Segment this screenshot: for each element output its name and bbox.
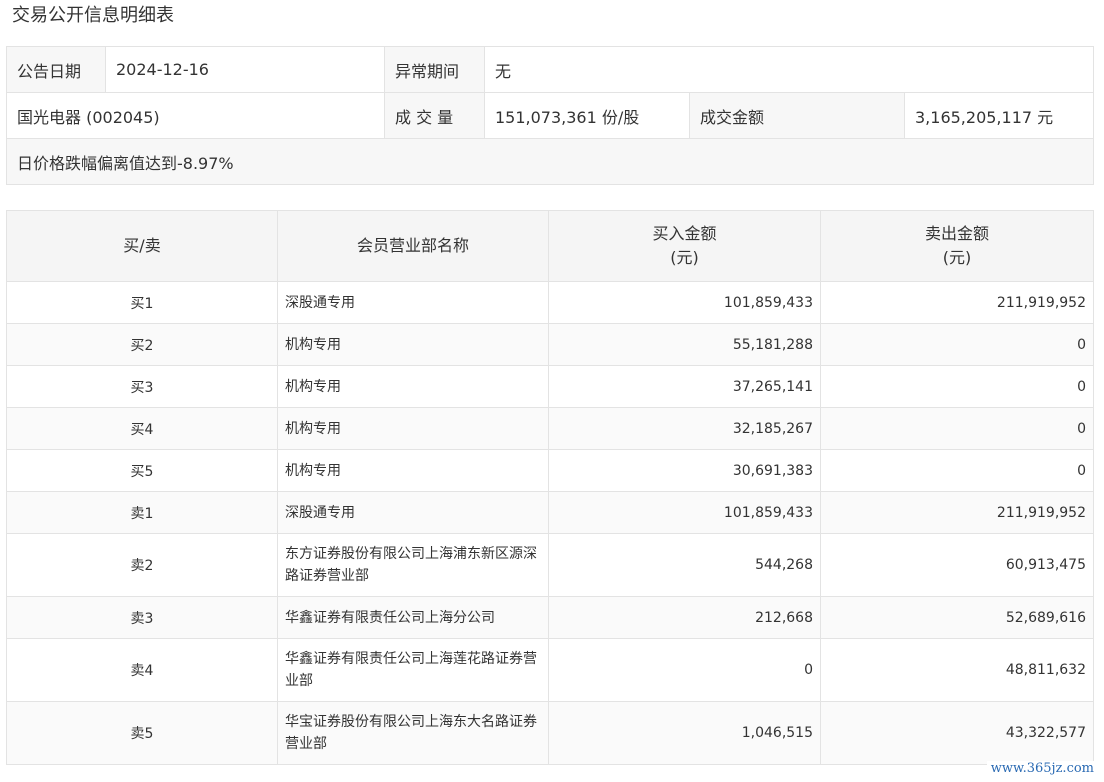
row-sell-amount: 0	[820, 449, 1094, 492]
row-branch: 深股通专用	[277, 281, 549, 324]
info-row-stock: 国光电器 (002045) 成 交 量 151,073,361 份/股 成交金额…	[6, 92, 1095, 139]
row-sell-amount: 60,913,475	[820, 533, 1094, 597]
row-branch: 华宝证券股份有限公司上海东大名路证券营业部	[277, 701, 549, 765]
row-direction: 卖2	[6, 533, 278, 597]
row-buy-amount: 55,181,288	[548, 323, 821, 366]
row-direction: 卖4	[6, 638, 278, 702]
header-branch: 会员营业部名称	[277, 210, 549, 282]
amount-label: 成交金额	[689, 92, 905, 139]
site-watermark: www.365jz.com	[986, 761, 1098, 776]
volume-label: 成 交 量	[384, 92, 485, 139]
row-direction: 买5	[6, 449, 278, 492]
abnormal-period-value: 无	[483, 46, 1095, 93]
row-branch: 机构专用	[277, 449, 549, 492]
table-row: 买3 机构专用 37,265,141 0	[6, 365, 1094, 408]
row-branch: 机构专用	[277, 323, 549, 366]
row-branch: 深股通专用	[277, 491, 549, 534]
table-row: 买1 深股通专用 101,859,433 211,919,952	[6, 281, 1094, 324]
table-row: 买4 机构专用 32,185,267 0	[6, 407, 1094, 450]
table-row: 卖4 华鑫证券有限责任公司上海莲花路证券营业部 0 48,811,632	[6, 638, 1094, 702]
row-sell-amount: 211,919,952	[820, 281, 1094, 324]
row-buy-amount: 30,691,383	[548, 449, 821, 492]
page-title: 交易公开信息明细表	[12, 5, 174, 26]
row-branch: 华鑫证券有限责任公司上海分公司	[277, 596, 549, 639]
info-row-date: 公告日期 2024-12-16 异常期间 无	[6, 46, 1095, 93]
row-sell-amount: 0	[820, 407, 1094, 450]
row-direction: 买3	[6, 365, 278, 408]
row-sell-amount: 43,322,577	[820, 701, 1094, 765]
volume-value: 151,073,361 份/股	[484, 92, 690, 139]
row-direction: 买4	[6, 407, 278, 450]
row-buy-amount: 101,859,433	[548, 281, 821, 324]
table-header-row: 买/卖 会员营业部名称 买入金额 (元) 卖出金额 (元)	[6, 210, 1094, 282]
row-buy-amount: 101,859,433	[548, 491, 821, 534]
listing-reason: 日价格跌幅偏离值达到-8.97%	[5, 138, 1095, 185]
row-direction: 卖1	[6, 491, 278, 534]
header-sell-amount-unit: (元)	[942, 248, 972, 267]
row-direction: 买1	[6, 281, 278, 324]
row-buy-amount: 544,268	[548, 533, 821, 597]
row-sell-amount: 48,811,632	[820, 638, 1094, 702]
table-row: 卖3 华鑫证券有限责任公司上海分公司 212,668 52,689,616	[6, 596, 1094, 639]
row-buy-amount: 212,668	[548, 596, 821, 639]
row-buy-amount: 32,185,267	[548, 407, 821, 450]
row-sell-amount: 52,689,616	[820, 596, 1094, 639]
trading-detail-table: 买/卖 会员营业部名称 买入金额 (元) 卖出金额 (元) 买1 深股通专用 1…	[6, 210, 1094, 765]
row-branch: 机构专用	[277, 365, 549, 408]
amount-value: 3,165,205,117 元	[903, 92, 1095, 139]
header-sell-amount: 卖出金额 (元)	[820, 210, 1094, 282]
date-label: 公告日期	[6, 46, 106, 93]
row-buy-amount: 1,046,515	[548, 701, 821, 765]
row-sell-amount: 0	[820, 365, 1094, 408]
table-row: 卖1 深股通专用 101,859,433 211,919,952	[6, 491, 1094, 534]
table-row: 买5 机构专用 30,691,383 0	[6, 449, 1094, 492]
row-sell-amount: 211,919,952	[820, 491, 1094, 534]
header-buy-amount-label: 买入金额	[652, 224, 717, 243]
row-branch: 东方证券股份有限公司上海浦东新区源深路证券营业部	[277, 533, 549, 597]
header-buy-amount: 买入金额 (元)	[548, 210, 821, 282]
abnormal-period-label: 异常期间	[384, 46, 485, 93]
row-buy-amount: 0	[548, 638, 821, 702]
announcement-info-table: 公告日期 2024-12-16 异常期间 无 国光电器 (002045) 成 交…	[5, 46, 1095, 185]
header-direction: 买/卖	[6, 210, 278, 282]
row-buy-amount: 37,265,141	[548, 365, 821, 408]
header-sell-amount-label: 卖出金额	[924, 224, 989, 243]
table-row: 卖5 华宝证券股份有限公司上海东大名路证券营业部 1,046,515 43,32…	[6, 701, 1094, 765]
header-buy-amount-unit: (元)	[670, 248, 699, 267]
row-branch: 华鑫证券有限责任公司上海莲花路证券营业部	[277, 638, 549, 702]
table-row: 卖2 东方证券股份有限公司上海浦东新区源深路证券营业部 544,268 60,9…	[6, 533, 1094, 597]
table-row: 买2 机构专用 55,181,288 0	[6, 323, 1094, 366]
row-branch: 机构专用	[277, 407, 549, 450]
row-direction: 卖3	[6, 596, 278, 639]
date-value: 2024-12-16	[105, 46, 385, 93]
stock-name: 国光电器 (002045)	[6, 92, 385, 139]
row-direction: 卖5	[6, 701, 278, 765]
info-row-reason: 日价格跌幅偏离值达到-8.97%	[5, 138, 1095, 185]
row-sell-amount: 0	[820, 323, 1094, 366]
row-direction: 买2	[6, 323, 278, 366]
